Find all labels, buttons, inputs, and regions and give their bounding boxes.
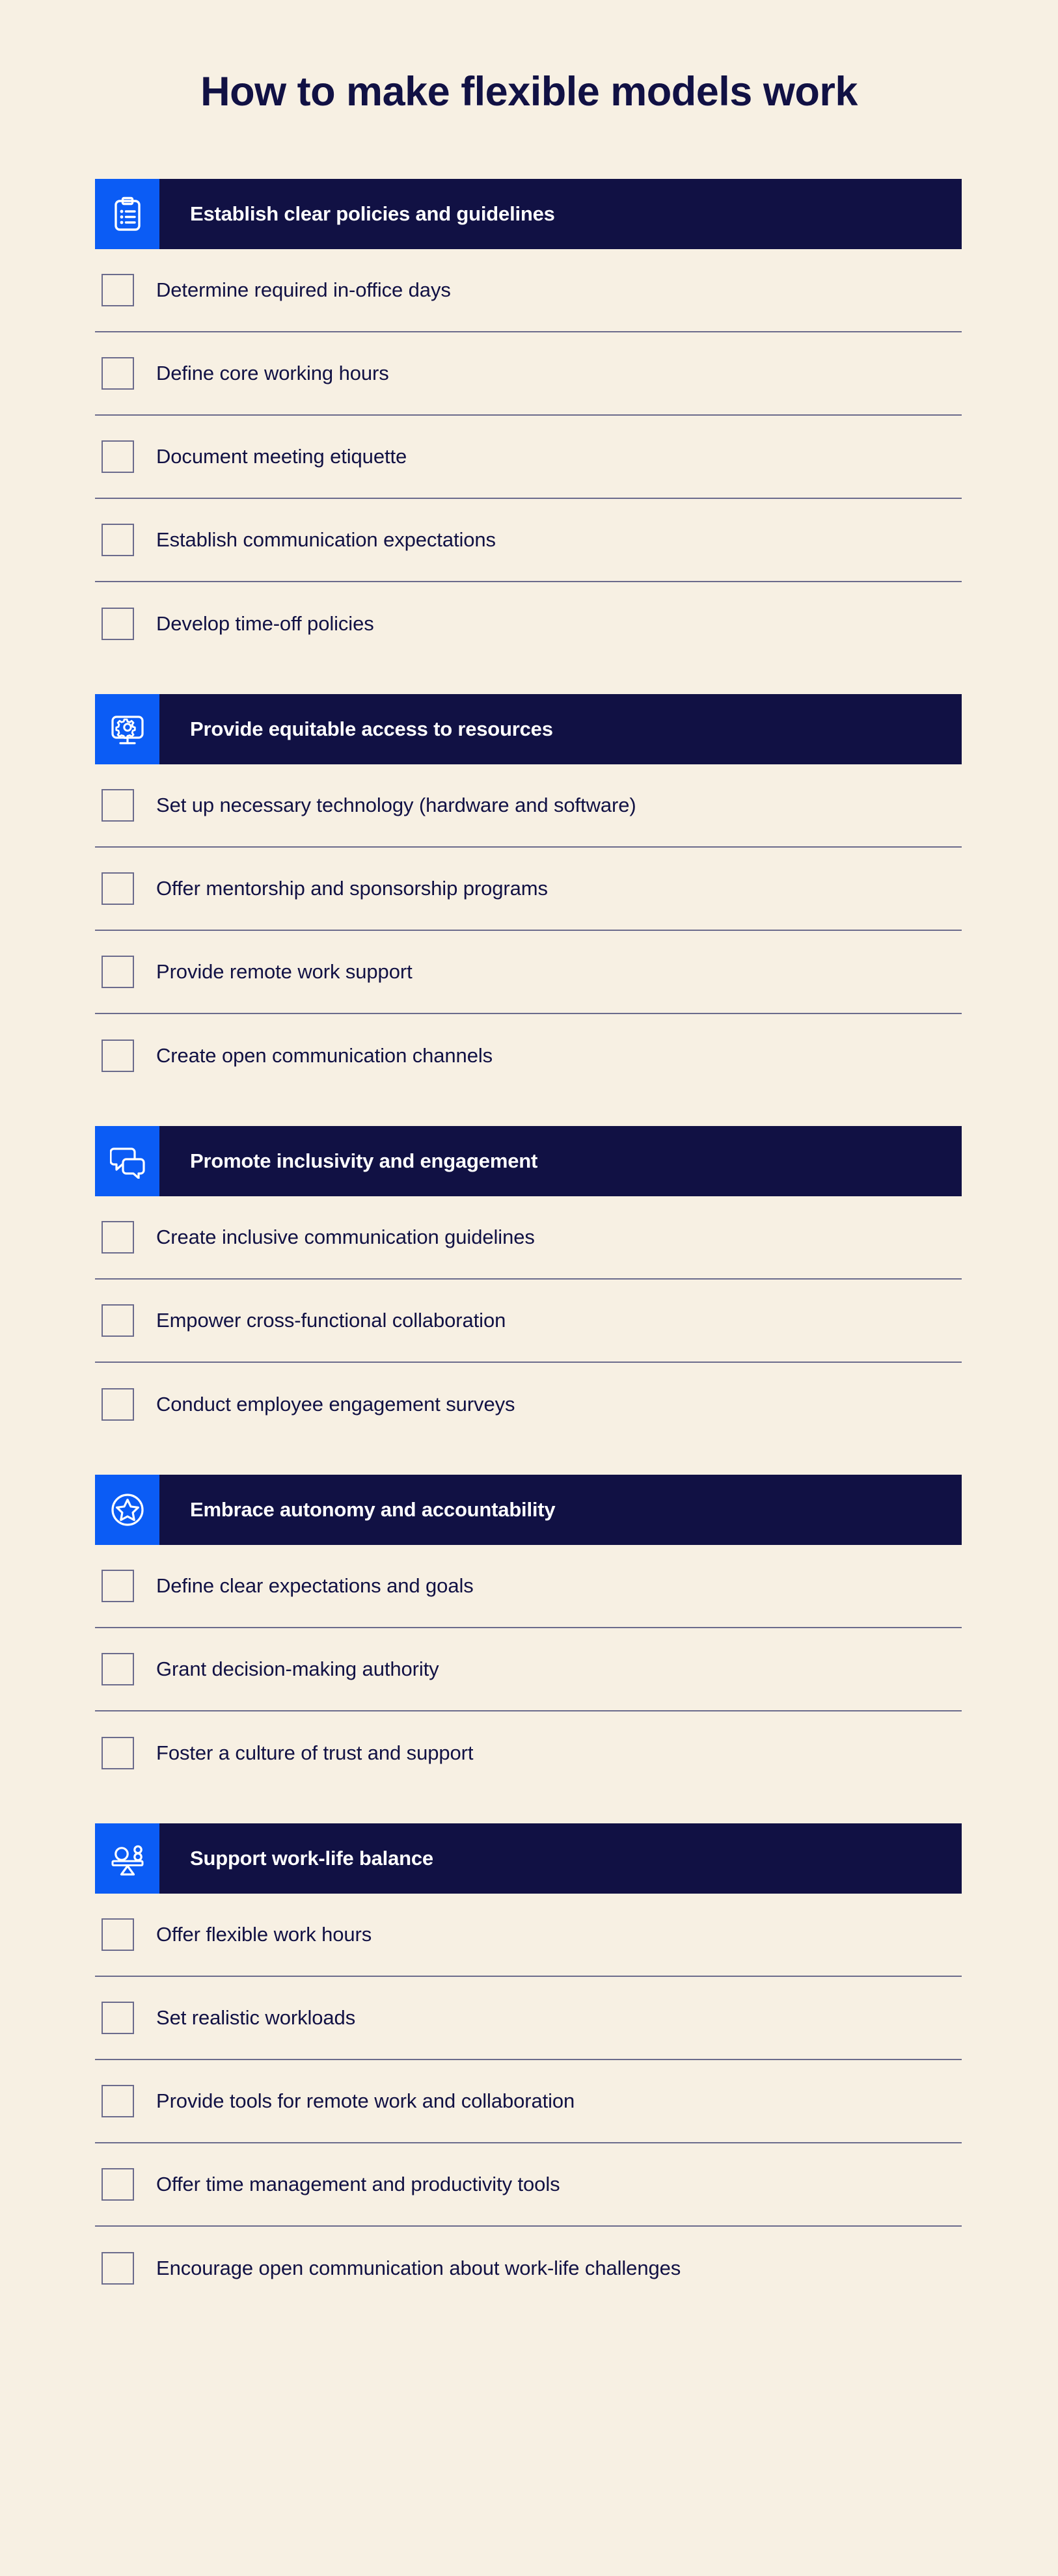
checklist-item[interactable]: Develop time-off policies <box>95 582 962 665</box>
checkbox-icon[interactable] <box>102 274 134 306</box>
checklist-item-label: Conduct employee engagement surveys <box>156 1393 515 1416</box>
checklist-item-label: Create inclusive communication guideline… <box>156 1226 535 1249</box>
checklist-item-label: Establish communication expectations <box>156 528 496 552</box>
checklist-item-label: Encourage open communication about work-… <box>156 2257 681 2280</box>
checkbox-icon[interactable] <box>102 2252 134 2285</box>
checklist-container: Establish clear policies and guidelines D… <box>95 179 962 2310</box>
checkbox-icon[interactable] <box>102 524 134 556</box>
checklist-item[interactable]: Create inclusive communication guideline… <box>95 1196 962 1280</box>
checkbox-icon[interactable] <box>102 2085 134 2117</box>
checklist-item[interactable]: Provide remote work support <box>95 931 962 1014</box>
monitor-gear-icon <box>95 694 159 764</box>
checklist-item-label: Provide remote work support <box>156 960 413 984</box>
checklist-section: Establish clear policies and guidelines D… <box>95 179 962 665</box>
checkbox-icon[interactable] <box>102 1570 134 1602</box>
checklist-item[interactable]: Provide tools for remote work and collab… <box>95 2060 962 2143</box>
checklist-item-label: Define clear expectations and goals <box>156 1574 474 1598</box>
checklist-item[interactable]: Define clear expectations and goals <box>95 1545 962 1628</box>
checklist-item-label: Foster a culture of trust and support <box>156 1741 474 1765</box>
checkbox-icon[interactable] <box>102 1737 134 1769</box>
checklist-item[interactable]: Define core working hours <box>95 332 962 416</box>
section-items: Set up necessary technology (hardware an… <box>95 764 962 1097</box>
checklist-item-label: Empower cross-functional collaboration <box>156 1309 506 1332</box>
checkbox-icon[interactable] <box>102 2002 134 2034</box>
star-circle-icon <box>95 1475 159 1545</box>
section-items: Offer flexible work hours Set realistic w… <box>95 1894 962 2310</box>
checklist-item-label: Set realistic workloads <box>156 2006 356 2030</box>
checkbox-icon[interactable] <box>102 1388 134 1421</box>
checklist-item[interactable]: Document meeting etiquette <box>95 416 962 499</box>
checkbox-icon[interactable] <box>102 1040 134 1072</box>
checklist-item-label: Define core working hours <box>156 362 389 385</box>
checklist-item-label: Document meeting etiquette <box>156 445 407 468</box>
checkbox-icon[interactable] <box>102 1221 134 1254</box>
section-header: Embrace autonomy and accountability <box>95 1475 962 1545</box>
checklist-item-label: Set up necessary technology (hardware an… <box>156 794 636 817</box>
checklist-item[interactable]: Set realistic workloads <box>95 1977 962 2060</box>
checklist-item-label: Create open communication channels <box>156 1044 493 1067</box>
checklist-item[interactable]: Offer mentorship and sponsorship program… <box>95 848 962 931</box>
checklist-section: Provide equitable access to resources Set… <box>95 694 962 1097</box>
checkbox-icon[interactable] <box>102 357 134 390</box>
section-header: Provide equitable access to resources <box>95 694 962 764</box>
checkbox-icon[interactable] <box>102 2168 134 2201</box>
checkbox-icon[interactable] <box>102 608 134 640</box>
checklist-item-label: Offer mentorship and sponsorship program… <box>156 877 548 900</box>
section-header: Support work-life balance <box>95 1823 962 1894</box>
section-header: Establish clear policies and guidelines <box>95 179 962 249</box>
checklist-item-label: Develop time-off policies <box>156 612 374 636</box>
section-title: Establish clear policies and guidelines <box>190 202 555 225</box>
section-items: Create inclusive communication guideline… <box>95 1196 962 1446</box>
balance-scale-icon <box>95 1823 159 1894</box>
checklist-item-label: Determine required in-office days <box>156 278 451 302</box>
checklist-item[interactable]: Conduct employee engagement surveys <box>95 1363 962 1446</box>
section-items: Define clear expectations and goals Grant… <box>95 1545 962 1795</box>
checklist-item[interactable]: Empower cross-functional collaboration <box>95 1280 962 1363</box>
checklist-item-label: Provide tools for remote work and collab… <box>156 2089 575 2113</box>
checklist-section: Embrace autonomy and accountability Defin… <box>95 1475 962 1795</box>
checklist-item[interactable]: Establish communication expectations <box>95 499 962 582</box>
checkbox-icon[interactable] <box>102 789 134 822</box>
checklist-item[interactable]: Encourage open communication about work-… <box>95 2227 962 2310</box>
section-title: Support work-life balance <box>190 1847 433 1870</box>
checklist-section: Promote inclusivity and engagement Create… <box>95 1126 962 1446</box>
checklist-item[interactable]: Set up necessary technology (hardware an… <box>95 764 962 848</box>
checkbox-icon[interactable] <box>102 440 134 473</box>
checkbox-icon[interactable] <box>102 1304 134 1337</box>
checklist-item[interactable]: Offer time management and productivity t… <box>95 2143 962 2227</box>
checklist-item-label: Offer flexible work hours <box>156 1923 372 1946</box>
speech-bubbles-icon <box>95 1126 159 1196</box>
clipboard-checklist-icon <box>95 179 159 249</box>
checklist-item[interactable]: Offer flexible work hours <box>95 1894 962 1977</box>
page-title: How to make flexible models work <box>200 69 858 114</box>
section-header: Promote inclusivity and engagement <box>95 1126 962 1196</box>
checklist-item-label: Grant decision-making authority <box>156 1657 439 1681</box>
section-items: Determine required in-office days Define … <box>95 249 962 665</box>
checkbox-icon[interactable] <box>102 956 134 988</box>
checkbox-icon[interactable] <box>102 1918 134 1951</box>
infographic-page: How to make flexible models work Establi… <box>0 0 1058 2576</box>
section-title: Embrace autonomy and accountability <box>190 1498 556 1521</box>
checkbox-icon[interactable] <box>102 1653 134 1685</box>
checklist-item-label: Offer time management and productivity t… <box>156 2173 560 2196</box>
section-title: Promote inclusivity and engagement <box>190 1149 538 1172</box>
checklist-item[interactable]: Foster a culture of trust and support <box>95 1711 962 1795</box>
checklist-section: Support work-life balance Offer flexible … <box>95 1823 962 2310</box>
section-title: Provide equitable access to resources <box>190 718 553 740</box>
checklist-item[interactable]: Create open communication channels <box>95 1014 962 1097</box>
checklist-item[interactable]: Grant decision-making authority <box>95 1628 962 1711</box>
checkbox-icon[interactable] <box>102 872 134 905</box>
checklist-item[interactable]: Determine required in-office days <box>95 249 962 332</box>
